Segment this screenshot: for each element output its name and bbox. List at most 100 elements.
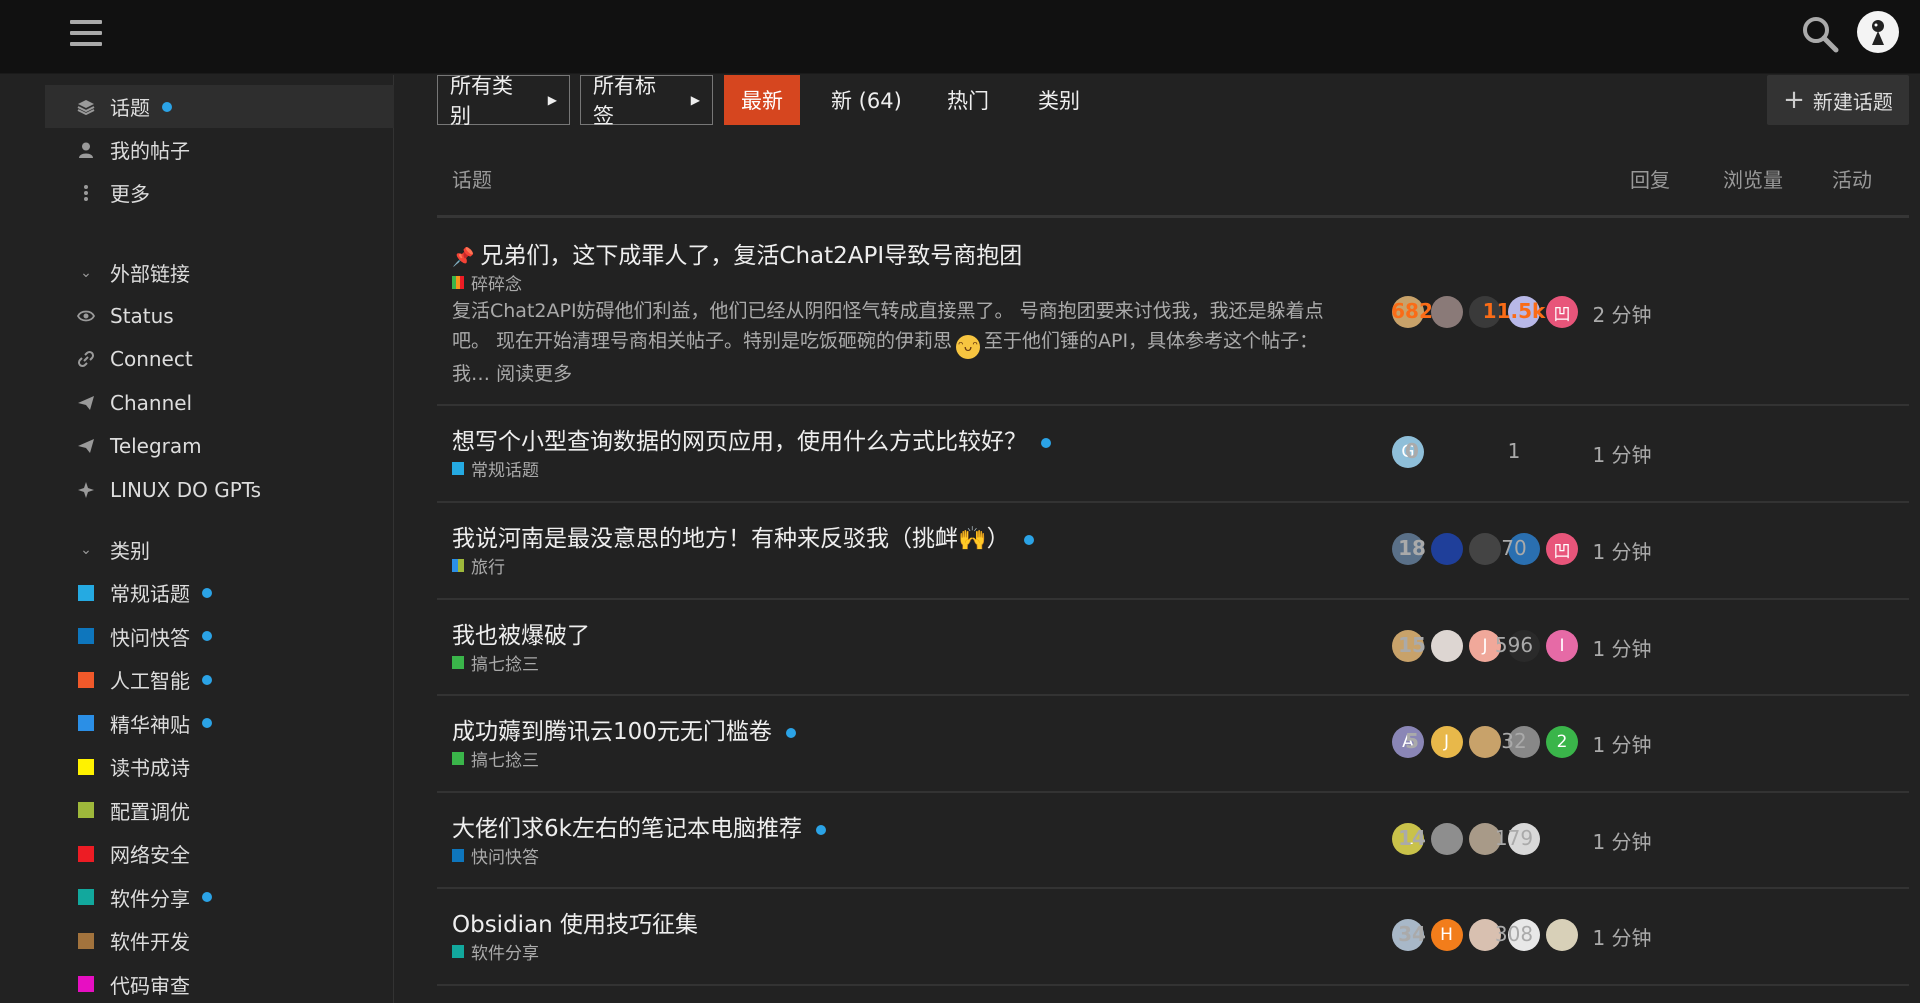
activity-time[interactable]: 1 分钟 — [1552, 922, 1692, 951]
sidebar-link-label: LINUX DO GPTs — [110, 477, 262, 502]
topic-title-link[interactable]: 大佬们求6k左右的笔记本电脑推荐 — [452, 809, 826, 843]
sidebar-category-4[interactable]: 读书成诗 — [45, 745, 394, 788]
reply-count[interactable]: 15 — [1367, 633, 1457, 657]
sidebar-link-label: Status — [110, 303, 174, 328]
new-topic-label: 新建话题 — [1812, 89, 1893, 114]
category-color-swatch — [78, 889, 94, 905]
sidebar-link-0[interactable]: Status — [45, 294, 394, 337]
sidebar-category-0[interactable]: 常规话题 — [45, 571, 394, 614]
sidebar-link-4[interactable]: LINUX DO GPTs — [45, 468, 394, 511]
sidebar-item-label: 我的帖子 — [110, 139, 190, 163]
tab-hot[interactable]: 热门 — [937, 75, 999, 125]
topic-category-badge[interactable]: 搞七捻三 — [452, 746, 539, 771]
unread-dot — [202, 631, 212, 641]
tab-latest-label: 最新 — [741, 89, 783, 113]
activity-time[interactable]: 1 分钟 — [1552, 826, 1692, 855]
sidebar-link-3[interactable]: Telegram — [45, 425, 394, 468]
sidebar: 话题我的帖子更多 ⌄ 外部链接 Status Connect Channel Tele… — [0, 75, 394, 1003]
sidebar-item-1[interactable]: 我的帖子 — [45, 128, 394, 171]
column-header-views[interactable]: 浏览量 — [1723, 164, 1783, 193]
topic-category-label: 搞七捻三 — [471, 751, 539, 771]
view-count: 596 — [1494, 633, 1534, 657]
all-tags-dropdown[interactable]: 所有标签 ▶ — [580, 74, 713, 128]
sidebar-link-1[interactable]: Connect — [45, 338, 394, 381]
tab-latest[interactable]: 最新 — [724, 75, 800, 125]
link-icon — [76, 350, 96, 368]
reply-count[interactable]: 14 — [1367, 826, 1457, 850]
category-color-swatch — [452, 945, 464, 958]
topic-category-badge[interactable]: 常规话题 — [452, 456, 539, 481]
topic-title-link[interactable]: 成功薅到腾讯云100元无门槛卷 — [452, 712, 796, 746]
sidebar-category-label: 网络安全 — [110, 843, 190, 867]
topic-title-link[interactable]: 我说河南是最没意思的地方！有种来反驳我（挑衅🙌） — [452, 519, 1034, 553]
tab-categories[interactable]: 类别 — [1028, 75, 1090, 125]
category-color-swatch — [452, 276, 464, 289]
plus-icon: + — [1783, 85, 1805, 115]
tab-new-label: 新 (64) — [831, 89, 902, 113]
reply-count[interactable]: 34 — [1367, 922, 1457, 946]
sidebar-category-6[interactable]: 网络安全 — [45, 832, 394, 875]
sidebar-category-1[interactable]: 快问快答 — [45, 615, 394, 658]
sidebar-category-9[interactable]: 代码审查 — [45, 963, 394, 1003]
topic-title: 我也被爆破了 — [452, 623, 590, 649]
grin-emoji-icon: ᵔᴗᵔ — [956, 335, 981, 359]
topic-title-link[interactable]: 📌 兄弟们，这下成罪人了，复活Chat2API导致号商抱团 — [452, 236, 1022, 270]
category-color-swatch — [78, 715, 94, 731]
reply-count[interactable]: 0 — [1367, 439, 1457, 463]
activity-time[interactable]: 2 分钟 — [1552, 299, 1692, 328]
topic-category-badge[interactable]: 碎碎念 — [452, 270, 522, 295]
activity-time[interactable]: 1 分钟 — [1552, 536, 1692, 565]
topic-category-badge[interactable]: 搞七捻三 — [452, 650, 539, 675]
sidebar-category-2[interactable]: 人工智能 — [45, 658, 394, 701]
read-more-link[interactable]: 阅读更多 — [496, 363, 572, 385]
unread-dot — [785, 727, 796, 738]
topic-category-badge[interactable]: 软件分享 — [452, 939, 539, 964]
search-icon[interactable] — [1800, 14, 1840, 54]
topic-title: 我说河南是最没意思的地方！有种来反驳我（挑衅🙌） — [452, 526, 1010, 552]
categories-heading-label: 类别 — [110, 539, 150, 563]
sidebar-category-label: 精华神贴 — [110, 712, 190, 737]
topic-row: 想写个小型查询数据的网页应用，使用什么方式比较好？ 常规话题 G 0 1 1 分钟 — [437, 406, 1909, 503]
column-header-replies[interactable]: 回复 — [1630, 164, 1670, 193]
topic-title-link[interactable]: 我也被爆破了 — [452, 616, 590, 650]
column-header-activity[interactable]: 活动 — [1832, 164, 1872, 193]
all-categories-dropdown[interactable]: 所有类别 ▶ — [437, 74, 570, 128]
tab-new[interactable]: 新 (64) — [821, 75, 912, 125]
reply-count[interactable]: 18 — [1367, 536, 1457, 560]
topic-title: 想写个小型查询数据的网页应用，使用什么方式比较好？ — [452, 429, 1027, 455]
topic-title-link[interactable]: 想写个小型查询数据的网页应用，使用什么方式比较好？ — [452, 422, 1051, 456]
topic-excerpt: 复活Chat2API妨碍他们利益，他们已经从阴阳怪气转成直接黑了。 号商抱团要来… — [452, 296, 1347, 389]
hamburger-menu-icon[interactable] — [70, 18, 102, 48]
external-links-heading[interactable]: ⌄ 外部链接 — [45, 251, 190, 294]
new-topic-button[interactable]: + 新建话题 — [1767, 75, 1909, 125]
sidebar-link-2[interactable]: Channel — [45, 381, 394, 424]
sidebar-category-label: 读书成诗 — [110, 756, 190, 780]
column-header-topic[interactable]: 话题 — [452, 164, 492, 193]
sidebar-item-0[interactable]: 话题 — [45, 85, 394, 128]
category-color-swatch — [452, 849, 464, 862]
sidebar-item-2[interactable]: 更多 — [45, 171, 394, 214]
sidebar-category-7[interactable]: 软件分享 — [45, 876, 394, 919]
topic-category-label: 搞七捻三 — [471, 655, 539, 675]
sidebar-category-label: 代码审查 — [110, 973, 190, 998]
view-count: 32 — [1501, 729, 1527, 753]
topic-category-badge[interactable]: 快问快答 — [452, 843, 539, 868]
sidebar-category-3[interactable]: 精华神贴 — [45, 702, 394, 745]
activity-time[interactable]: 1 分钟 — [1552, 729, 1692, 758]
user-avatar[interactable] — [1857, 11, 1899, 53]
category-color-swatch — [78, 976, 94, 992]
unread-dot — [1041, 437, 1051, 448]
reply-count[interactable]: 682 — [1367, 299, 1457, 323]
sidebar-category-5[interactable]: 配置调优 — [45, 789, 394, 832]
sidebar-category-8[interactable]: 软件开发 — [45, 919, 394, 962]
view-count: 1 — [1507, 439, 1521, 463]
topic-row: Obsidian 使用技巧征集 软件分享 H 34 308 1 分钟 — [437, 889, 1909, 986]
activity-time[interactable]: 1 分钟 — [1552, 439, 1692, 468]
activity-time[interactable]: 1 分钟 — [1552, 633, 1692, 662]
unread-dot — [202, 587, 212, 598]
categories-heading[interactable]: ⌄ 类别 — [45, 528, 150, 571]
reply-count[interactable]: 5 — [1367, 729, 1457, 753]
topic-title-link[interactable]: Obsidian 使用技巧征集 — [452, 905, 698, 939]
topic-category-badge[interactable]: 旅行 — [452, 553, 505, 578]
chevron-down-icon: ⌄ — [80, 541, 92, 558]
